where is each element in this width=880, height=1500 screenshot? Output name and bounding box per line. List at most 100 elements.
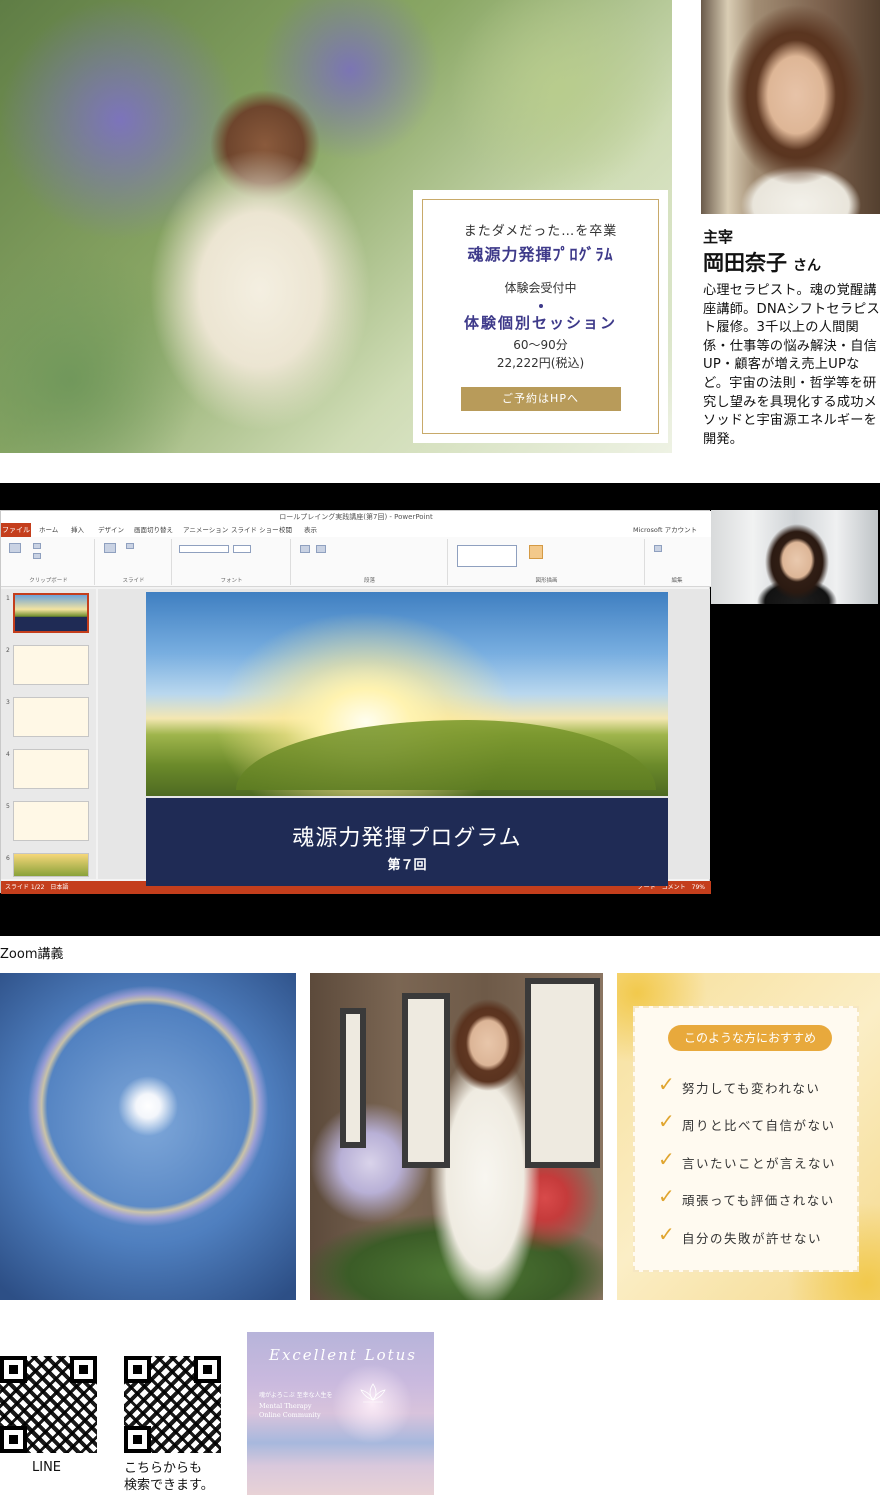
qr-finder (124, 1356, 151, 1383)
ribbon-label-font: フォント (220, 578, 243, 584)
lotus-icon (360, 1383, 386, 1403)
logo-subtitle-line2: Online Community (259, 1411, 321, 1419)
qr-finder (124, 1426, 151, 1453)
shapes-gallery[interactable] (457, 545, 517, 567)
numbering-icon[interactable] (316, 545, 326, 553)
find-icon[interactable] (654, 545, 662, 552)
excellent-lotus-logo: Excellent Lotus 魂がよろこぶ 至幸な人生を Mental The… (247, 1332, 434, 1495)
webcam-video (711, 510, 878, 604)
ppt-account[interactable]: Microsoft アカウント (633, 523, 697, 537)
ribbon-group-clipboard: クリップボード (3, 539, 95, 585)
search-qr-code[interactable] (124, 1356, 221, 1453)
ppt-tab-view[interactable]: 表示 (304, 523, 317, 537)
logo-name: Excellent Lotus (269, 1346, 417, 1364)
sun-halo-photo (0, 973, 296, 1300)
card-session-name: 体験個別セッション (463, 314, 617, 332)
status-left: スライド 1/22 日本語 (5, 884, 69, 891)
search-qr-label: こちらからも 検索できます。 (124, 1460, 214, 1494)
recommendation-text: 周りと比べて自信がない (682, 1118, 836, 1133)
ribbon-group-editing: 編集 (646, 539, 708, 585)
reserve-button[interactable]: ご予約はHPへ (460, 387, 621, 411)
check-icon: ✓ (658, 1072, 677, 1096)
layout-icon[interactable] (126, 543, 134, 549)
profile-photo (701, 0, 880, 214)
ribbon-group-slides: スライド (96, 539, 172, 585)
ribbon-group-paragraph: 段落 (292, 539, 448, 585)
recommendation-text: 努力しても変われない (682, 1081, 821, 1096)
slide-number: 4 (6, 751, 10, 758)
recommendation-text: 言いたいことが言えない (682, 1156, 837, 1171)
portrait-photo (310, 973, 603, 1300)
ppt-title-bar: ロールプレイング実践講座(第7回) - PowerPoint (1, 511, 711, 523)
line-qr-code[interactable] (0, 1356, 97, 1453)
logo-subtitle: Mental Therapy Online Community (259, 1402, 321, 1420)
profile-name: 岡田奈子 さん (703, 247, 821, 277)
slide-thumbnail[interactable] (13, 801, 89, 841)
card-price: 22,222円(税込) (496, 356, 585, 370)
logo-subtitle-line1: Mental Therapy (259, 1402, 312, 1410)
new-slide-icon[interactable] (104, 543, 116, 553)
ribbon-label-clipboard: クリップボード (29, 578, 68, 584)
ppt-file-tab[interactable]: ファイル (1, 523, 31, 537)
check-icon: ✓ (658, 1222, 677, 1246)
qr-finder (70, 1356, 97, 1383)
card-duration: 60〜90分 (513, 338, 568, 352)
ribbon-label-paragraph: 段落 (363, 578, 375, 584)
wall-frame (340, 1008, 366, 1148)
zoom-caption: Zoom講義 (0, 947, 64, 962)
recommendation-title: このような方におすすめ (668, 1025, 832, 1051)
slide-thumbnail[interactable] (13, 853, 89, 877)
slide-thumbnail[interactable] (13, 749, 89, 789)
slide-number: 3 (6, 699, 10, 706)
ribbon-group-font: フォント (173, 539, 291, 585)
cut-icon[interactable] (33, 543, 41, 549)
profile-role: 主宰 (703, 228, 734, 246)
ppt-tab-insert[interactable]: 挿入 (71, 523, 84, 537)
ribbon-label-editing: 編集 (671, 578, 683, 584)
wall-frame (525, 978, 600, 1168)
bullets-icon[interactable] (300, 545, 310, 553)
slide-subtitle: 第７回 (387, 858, 427, 873)
profile-bio: 心理セラピスト。魂の覚醒講座講師。DNAシフトセラピスト履修。3千以上の人間関係… (703, 283, 880, 447)
card-divider-dot (538, 304, 543, 308)
slide-thumbnails: 1 2 3 4 5 6 (1, 589, 96, 879)
ppt-tab-home[interactable]: ホーム (39, 523, 58, 537)
wall-frame (402, 993, 450, 1168)
logo-tagline: 魂がよろこぶ 至幸な人生を (259, 1392, 333, 1399)
check-icon: ✓ (658, 1184, 677, 1208)
profile-honorific: さん (793, 258, 821, 274)
slide-number: 1 (6, 595, 10, 602)
qr-finder (194, 1356, 221, 1383)
qr-finder (0, 1426, 27, 1453)
card-tagline: またダメだった…を卒業 (463, 224, 618, 239)
font-size-box[interactable] (233, 545, 251, 553)
ppt-tab-review[interactable]: 校閲 (279, 523, 292, 537)
recommendation-text: 自分の失敗が許せない (682, 1231, 823, 1246)
profile-name-text: 岡田奈子 (703, 251, 787, 275)
paste-icon[interactable] (9, 543, 21, 553)
search-qr-label-line2: 検索できます。 (124, 1478, 214, 1493)
slide-thumbnail[interactable] (13, 645, 89, 685)
slide-thumbnail[interactable] (13, 593, 89, 633)
copy-icon[interactable] (33, 553, 41, 559)
recommendation-text: 頑張っても評価されない (682, 1193, 835, 1208)
check-icon: ✓ (658, 1109, 677, 1133)
slide-number: 5 (6, 803, 10, 810)
slide-thumbnail[interactable] (13, 697, 89, 737)
check-icon: ✓ (658, 1147, 677, 1171)
session-card: またダメだった…を卒業 魂源力発揮ﾌﾟﾛｸﾞﾗﾑ 体験会受付中 体験個別セッショ… (413, 190, 668, 443)
slide-number: 6 (6, 855, 10, 862)
search-qr-label-line1: こちらからも (124, 1461, 203, 1476)
ppt-tab-transitions[interactable]: 画面切り替え (134, 523, 173, 537)
ribbon-label-slides: スライド (122, 578, 145, 584)
ppt-tab-animations[interactable]: アニメーション (183, 523, 228, 537)
ppt-tab-slideshow[interactable]: スライド ショー (231, 523, 279, 537)
ppt-tab-design[interactable]: デザイン (98, 523, 124, 537)
font-name-box[interactable] (179, 545, 229, 553)
card-status: 体験会受付中 (504, 281, 577, 295)
main-slide: 魂源力発揮プログラム 第７回 (146, 592, 668, 886)
card-program-name: 魂源力発揮ﾌﾟﾛｸﾞﾗﾑ (467, 245, 614, 264)
arrange-icon[interactable] (529, 545, 543, 559)
slide-title: 魂源力発揮プログラム (292, 826, 522, 851)
ribbon-group-drawing: 図形描画 (449, 539, 645, 585)
